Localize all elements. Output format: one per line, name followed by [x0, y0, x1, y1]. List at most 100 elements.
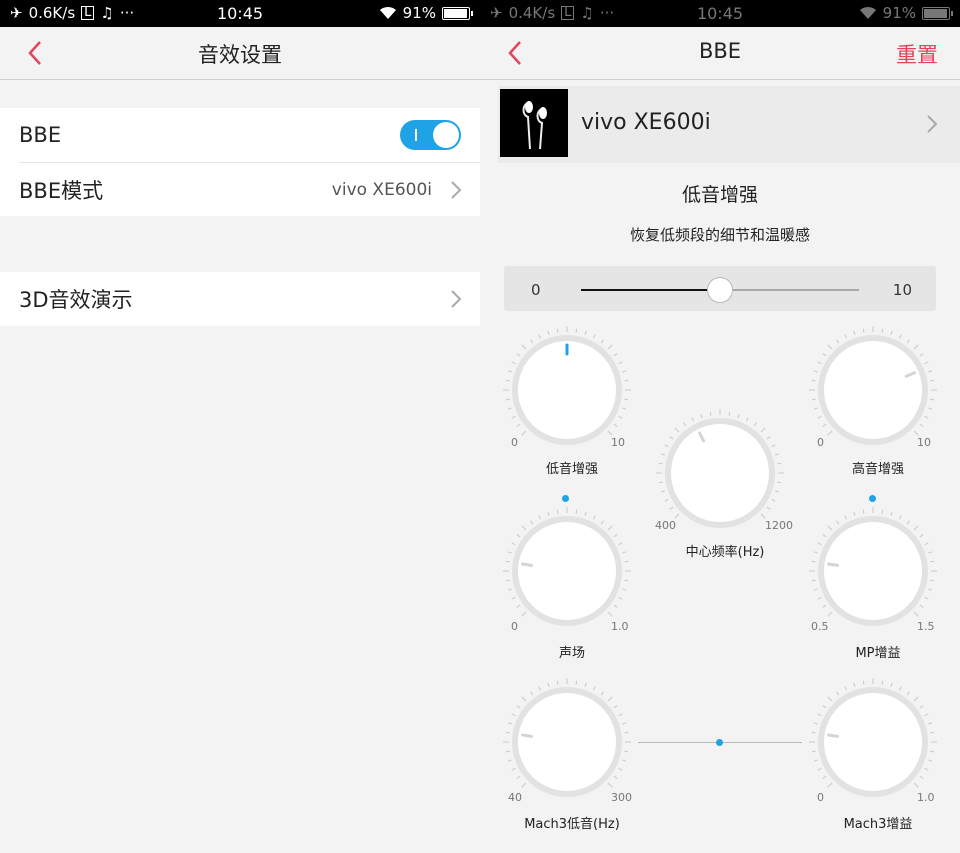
knob-tick: [600, 520, 604, 525]
knob-tick: [618, 415, 623, 419]
knob-tick: [928, 759, 933, 762]
knob-face: [518, 522, 616, 620]
knob-tick: [575, 509, 578, 514]
knob-tick: [853, 511, 856, 516]
page-title: 音效设置: [198, 43, 282, 67]
bass-knob-label: 低音增强: [545, 462, 598, 477]
knob-tick: [822, 775, 827, 779]
knob-tick: [600, 339, 604, 344]
knob-tick: [817, 713, 822, 717]
knob-tick: [618, 767, 623, 771]
knob-tick: [928, 588, 933, 591]
mp-knob-graphic: [809, 507, 937, 626]
knob-tick: [924, 713, 929, 717]
slider-thumb[interactable]: [707, 277, 733, 303]
knob-tick: [607, 696, 613, 702]
mp-gain-knob[interactable]: [808, 506, 938, 636]
mp-knob-max: 1.5: [917, 620, 935, 633]
mach3-gain-knob-min: 0: [817, 791, 824, 804]
knob-tick: [511, 713, 516, 717]
knob-tick: [547, 330, 550, 335]
knob-tick: [556, 328, 559, 333]
knob-tick: [811, 379, 816, 382]
knob-tick: [836, 339, 840, 344]
knob-tick: [862, 680, 865, 685]
knob-tick: [919, 705, 924, 709]
knob-tick: [766, 436, 771, 440]
knob-tick: [507, 551, 512, 554]
bbe-settings-group: BBE BBE模式 vivo XE600i: [0, 108, 480, 216]
knob-tick: [775, 490, 780, 493]
knob-tick: [913, 430, 919, 436]
knob-tick: [822, 604, 827, 608]
knob-tick: [811, 731, 816, 734]
bbe-row[interactable]: BBE: [0, 108, 480, 162]
bass-knob-min: 0: [511, 436, 518, 449]
mach3-bass-knob[interactable]: [502, 677, 632, 807]
knob-tick: [624, 750, 629, 753]
mach3bass-knob-graphic: [503, 678, 631, 797]
bbe-toggle[interactable]: [400, 120, 461, 150]
knob-tick: [505, 731, 510, 734]
knob-tick: [613, 705, 618, 709]
knob-tick: [760, 513, 766, 519]
knob-tick: [700, 413, 703, 418]
mp-knob-min: 0.5: [811, 620, 829, 633]
knob-tick: [607, 430, 613, 436]
knob-tick: [766, 506, 771, 510]
knob-tick: [919, 604, 924, 608]
mach3-bass-knob-max: 300: [611, 791, 632, 804]
3d-demo-label: 3D音效演示: [19, 288, 133, 312]
bbe-mode-row[interactable]: BBE模式 vivo XE600i: [19, 162, 480, 216]
treble-knob-label: 高音增强: [851, 462, 904, 477]
knob-pointer: [521, 733, 533, 738]
knob-tick: [622, 722, 627, 725]
mp-indicator-dot: [869, 495, 876, 502]
mach3-gain-knob[interactable]: [808, 677, 938, 807]
knob-tick: [924, 542, 929, 546]
soundfield-knob-max: 1.0: [611, 620, 629, 633]
knob-tick: [507, 407, 512, 410]
knob-tick: [669, 436, 674, 440]
knob-pointer: [827, 733, 839, 738]
knob-tick: [928, 722, 933, 725]
knob-pointer: [521, 562, 533, 567]
device-selector[interactable]: vivo XE600i: [498, 86, 960, 163]
knob-tick: [862, 328, 865, 333]
knob-tick: [817, 596, 822, 600]
knob-tick: [913, 782, 919, 788]
status-bar: ✈ 0.6K/s L ♫ ··· 10:45 91%: [0, 0, 480, 27]
knob-tick: [906, 691, 910, 696]
knob-tick: [575, 328, 578, 333]
knob-tick: [530, 339, 534, 344]
knob-tick: [898, 334, 902, 339]
knob-tick: [771, 444, 776, 448]
slider-track[interactable]: [581, 277, 859, 303]
knob-tick: [658, 462, 663, 465]
knob-tick: [584, 511, 587, 516]
soundfield-knob[interactable]: [502, 506, 632, 636]
knob-tick: [898, 686, 902, 691]
knob-tick: [924, 596, 929, 600]
knob-tick: [906, 339, 910, 344]
knob-tick: [516, 353, 521, 357]
knob-tick: [507, 722, 512, 725]
mach3-gain-knob-max: 1.0: [917, 791, 935, 804]
knob-tick: [919, 534, 924, 538]
knob-tick: [505, 379, 510, 382]
knob-tick: [584, 682, 587, 687]
knob-tick: [669, 506, 674, 510]
center-knob-max: 1200: [765, 519, 793, 532]
knob-tick: [622, 370, 627, 373]
device-name: vivo XE600i: [581, 110, 711, 135]
toggle-on-indicator: [415, 129, 417, 141]
knob-tick: [607, 525, 613, 531]
treble-knob-max: 10: [917, 436, 931, 449]
3d-demo-row[interactable]: 3D音效演示: [0, 272, 480, 326]
knob-tick: [658, 481, 663, 484]
knob-tick: [811, 398, 816, 401]
reset-button[interactable]: 重置: [896, 39, 938, 69]
bbe-label: BBE: [19, 123, 62, 147]
knob-tick: [674, 513, 680, 519]
knob-face: [824, 693, 922, 791]
